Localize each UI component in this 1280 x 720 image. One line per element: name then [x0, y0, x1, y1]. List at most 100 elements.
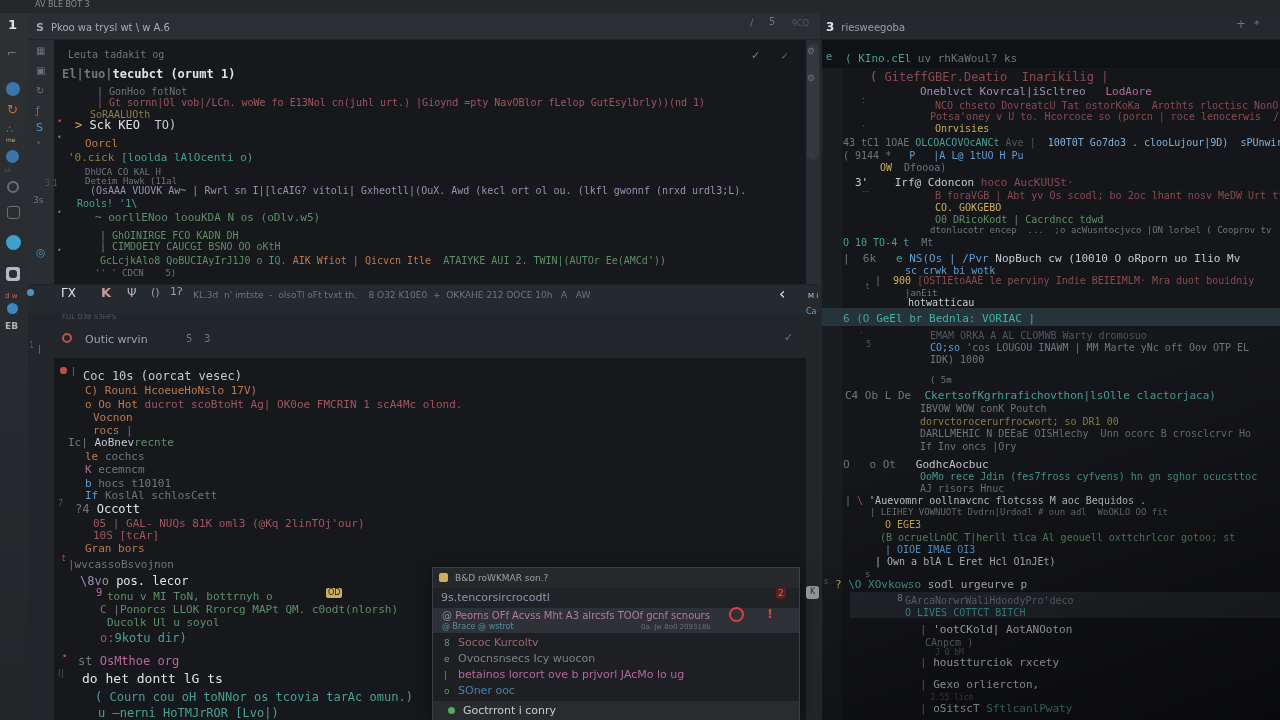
code-line: o:9kotu dir)	[100, 632, 187, 645]
item-icon: o	[444, 683, 450, 699]
panel-gutter	[28, 358, 54, 720]
popup-list-item[interactable]: | betainos lorcort ove b prjvorl JAcMo lo…	[433, 667, 799, 683]
editor-tab[interactable]: S Pkoo wa trysl wt \ w A.6	[36, 17, 170, 37]
code-line: | Gexo orliercton,	[920, 678, 1039, 691]
popup-list-item[interactable]: 8 Sococ Kurcoltv	[433, 635, 799, 651]
scrollbar-thumb[interactable]	[807, 44, 819, 160]
panel-scrollbar[interactable]	[806, 313, 820, 720]
popup-header-text: B&D roWKMAR son.?	[455, 573, 548, 583]
gutter-strip	[822, 68, 842, 720]
code-line: 43 tC1 1OAE OLCOACOVOcANCt Ave | 100T0T …	[843, 136, 1280, 149]
popup-list-item[interactable]: o SOner ooc	[433, 683, 799, 699]
popup-header-icon	[439, 573, 448, 582]
menu-bar	[0, 0, 1280, 13]
panel-header	[28, 313, 820, 332]
code-line: Onrvisies	[935, 122, 989, 135]
code-line: ~ oorllENoo loouKDA N os (oDlv.w5)	[95, 211, 320, 224]
code-line: Gran bors	[85, 542, 145, 555]
tab-icon: S	[36, 21, 44, 34]
popup-match-line2: @ Brace @ wstrot	[442, 622, 514, 631]
debug-toolbar	[28, 284, 820, 313]
code-line: ( GiteffGBEr.Deatio Inarikilig |	[870, 71, 1108, 84]
code-line: 6 (O GeEl br Bednla: VORIAC |	[843, 312, 1035, 325]
code-line: le cochcs	[85, 450, 145, 463]
right-tab-bar: 3 riesweegoba	[822, 13, 1280, 40]
code-editor-right[interactable]: ( KIno.cEl uv rhKaWoul? ks ( GiteffGBEr.D…	[822, 40, 1280, 720]
popup-list: 8 Sococ Kurcoltv e Ovocnsnsecs Icy wuocon | b…	[433, 633, 799, 701]
code-line: Leuta tadakit og	[68, 48, 164, 61]
code-line: | 6k e NS(Os | /Pvr NopBuch cw (10010 O …	[843, 252, 1240, 265]
code-line: '0.cick [loolda lAlOcenti o)	[68, 151, 253, 164]
popup-header: B&D roWKMAR son.?	[433, 568, 799, 588]
code-line: DARLLMEHIC N DEEaE OISHlechy Unn ocorc B…	[920, 427, 1251, 440]
popup-footer[interactable]: Goctrront i conry	[433, 701, 799, 720]
code-line: (OsAAA VUOVK Aw~ | Rwrl sn I|[lcAIG? vit…	[90, 184, 746, 197]
code-line: If KoslAl schlosCett	[85, 489, 217, 502]
popup-match-row[interactable]: @ Peorns OFf Acvss Mht A3 alrcsfs TOOf g…	[433, 608, 799, 633]
item-icon: 8	[444, 635, 450, 651]
code-line: GcLcjkAlo8 QoBUCIAyIrJ1J0 o IQ. AIK Wfio…	[100, 254, 666, 267]
code-line: do het dontt lG ts	[82, 672, 223, 685]
code-line: > Sck KEO TO)	[75, 119, 176, 132]
popup-command-text: 9s.tencorsircrocodtl	[441, 591, 550, 604]
code-line: | oSitscT SftlcanlPwaty	[920, 702, 1072, 715]
code-line: ( KIno.cEl uv rhKaWoul? ks	[845, 52, 1017, 65]
item-label: SOner ooc	[458, 683, 515, 699]
code-line: | Own a blA L Eret Hcl O1nJEt)	[875, 555, 1056, 568]
code-line: OW Dfoooa)	[880, 161, 946, 174]
code-line: u —nerni HoTMJrROR [Lvo|)	[98, 707, 279, 720]
activity-bar	[0, 13, 28, 720]
code-line: st OsMthoe org	[78, 655, 179, 668]
item-icon: |	[444, 667, 447, 683]
code-line: |wvcassoBsvojnon	[68, 558, 174, 571]
popup-match-line1: @ Peorns OFf Acvss Mht A3 alrcsfs TOOf g…	[442, 610, 710, 621]
code-line: o Oo Hot ducrot scoBtoHt Ag| OK0oe FMCRI…	[85, 398, 463, 411]
popup-list-item[interactable]: e Ovocnsnsecs Icy wuocon	[433, 651, 799, 667]
item-label: Sococ Kurcoltv	[458, 635, 539, 651]
left-tool-strip	[28, 40, 54, 284]
tab-title: Pkoo wa trysl wt \ w A.6	[51, 22, 170, 33]
editor-scrollbar[interactable]	[806, 40, 820, 284]
tab-title: riesweegoba	[841, 22, 905, 33]
code-line: 10S [tcAr]	[93, 529, 159, 542]
code-line: C4 Ob L De CkertsofKgrhrafichovthon|lsOl…	[845, 389, 1216, 402]
item-icon: e	[444, 651, 450, 667]
code-line: | Gt sornn|Ol vob|/LCn. woWe fo E13Nol c…	[97, 96, 705, 109]
code-line: \8vo pos. lecor	[80, 575, 188, 588]
code-line: tonu v MI ToN, bottrnyh o	[107, 590, 279, 603]
code-line: ? \O XOvkowso sodl urgeurve p	[835, 578, 1027, 591]
code-line: K ecemncm	[85, 463, 145, 476]
code-line: El|tuo|tecubct (orumt 1)	[62, 68, 235, 81]
code-line: Oorcl	[85, 137, 118, 150]
code-line: O LIVES COTTCT BITCH	[905, 606, 1025, 619]
editor-window-right: 3 riesweegoba ( KIno.cEl uv rhKaWoul? ks…	[822, 13, 1280, 720]
item-label: Ovocnsnsecs Icy wuocon	[458, 651, 595, 667]
completion-popup: B&D roWKMAR son.? 9s.tencorsircrocodtl @…	[432, 567, 800, 720]
code-line: Rools! '1\	[77, 197, 137, 210]
code-line: IBVOW WOW conK Poutch	[920, 402, 1046, 415]
code-line: hotwatticau	[908, 296, 974, 309]
panel-subheader	[28, 332, 820, 358]
code-line: Ducolk Ul u soyol	[107, 616, 220, 629]
code-line: | CIMDOEIY CAUCGI BSNO OO oKtH	[100, 240, 281, 253]
status-dot	[448, 707, 455, 714]
code-line: O 10 TO-4 t Mt	[843, 236, 933, 249]
at-icon: @	[442, 610, 452, 621]
code-line: | 900 [OST1EtoAAE le perviny Indie BEIEI…	[875, 274, 1254, 287]
tab-icon: 3	[826, 20, 834, 34]
code-line: ( Courn cou oH toNNor os tcovia tarAc om…	[95, 691, 413, 704]
code-line: dtonlucotr encep ... ;o acWusntocjvco |O…	[930, 224, 1271, 237]
code-line: If Inv oncs |Ory	[920, 440, 1016, 453]
code-line: Oneblvct Kovrcal|iScltreo LodAore	[920, 85, 1152, 98]
code-line: IDK) 1000	[930, 353, 984, 366]
code-editor[interactable]: Leuta tadakit og El|tuo|tecubct (orumt 1)…	[54, 40, 806, 284]
code-line: | houstturciok rxcety	[920, 656, 1059, 669]
item-label: betainos lorcort ove b prjvorl JAcMo lo …	[458, 667, 684, 683]
code-line: C |Ponorcs LLOK Rrorcg MAPt QM. c0odt(nl…	[100, 603, 398, 616]
code-line: C) Rouni HcoeueHoNslo 17V)	[85, 384, 257, 397]
code-line: 3' Irf@ Cdoncon hoco AucKUUSt·	[855, 176, 1074, 189]
editor-tab[interactable]: 3 riesweegoba	[826, 17, 905, 37]
code-line: ( 5m	[930, 374, 952, 387]
popup-command-row[interactable]: 9s.tencorsircrocodtl	[433, 588, 799, 608]
popup-footer-text: Goctrront i conry	[463, 704, 556, 717]
